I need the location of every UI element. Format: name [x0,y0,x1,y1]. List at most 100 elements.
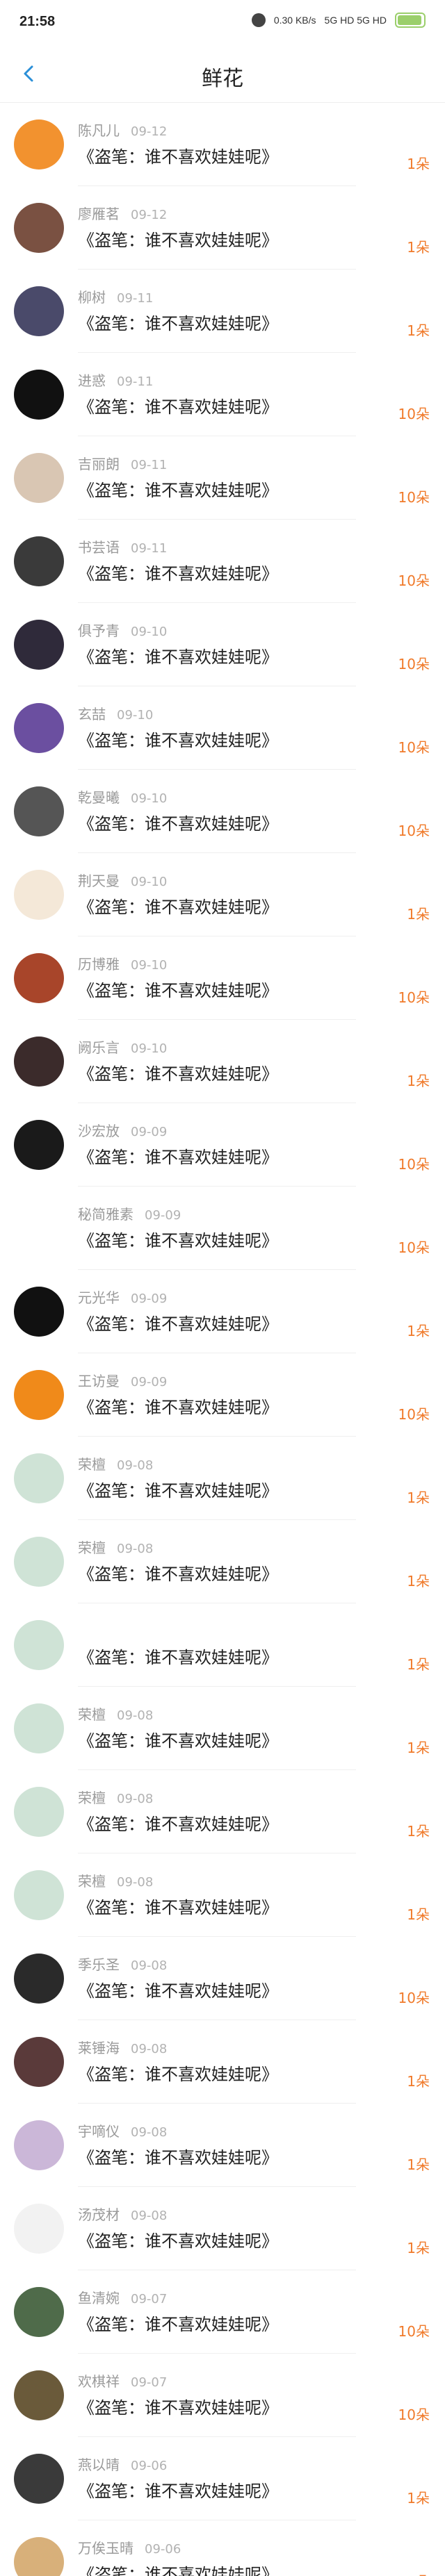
user-line: 荣檀 09-08 [78,1703,153,1724]
user-name[interactable]: 欢棋祥 [78,2373,120,2390]
user-name[interactable]: 燕以晴 [78,2457,120,2473]
list-item[interactable]: 荣檀 09-08 《盗笔：谁不喜欢娃娃呢》 1朵 [0,1437,445,1520]
avatar[interactable] [14,370,64,420]
user-name[interactable]: 吉丽朗 [78,456,120,472]
user-name[interactable]: 沙宏放 [78,1123,120,1139]
avatar[interactable] [14,203,64,253]
avatar[interactable] [14,1954,64,2004]
avatar[interactable] [14,1037,64,1087]
avatar[interactable] [14,1537,64,1587]
list-item[interactable]: 汤茂材 09-08 《盗笔：谁不喜欢娃娃呢》 1朵 [0,2187,445,2270]
list-item[interactable]: 欢棋祥 09-07 《盗笔：谁不喜欢娃娃呢》 10朵 [0,2354,445,2437]
user-name[interactable]: 荆天曼 [78,873,120,889]
list-item[interactable]: 乾曼曦 09-10 《盗笔：谁不喜欢娃娃呢》 10朵 [0,770,445,853]
avatar[interactable] [14,620,64,670]
avatar[interactable] [14,2454,64,2504]
avatar[interactable] [14,1370,64,1420]
user-name[interactable]: 秘简雅素 [78,1206,134,1223]
user-name[interactable]: 乾曼曦 [78,789,120,806]
avatar[interactable] [14,2037,64,2087]
list-item[interactable]: 宇嘀仪 09-08 《盗笔：谁不喜欢娃娃呢》 1朵 [0,2104,445,2187]
avatar[interactable] [14,2537,64,2576]
user-name[interactable]: 阙乐言 [78,1039,120,1056]
list-item[interactable]: 荆天曼 09-10 《盗笔：谁不喜欢娃娃呢》 1朵 [0,853,445,936]
user-name[interactable]: 历博雅 [78,956,120,973]
avatar[interactable] [14,703,64,753]
list-item[interactable]: 柳树 09-11 《盗笔：谁不喜欢娃娃呢》 1朵 [0,270,445,353]
avatar[interactable] [14,453,64,503]
user-name[interactable]: 莱锤海 [78,2040,120,2056]
avatar[interactable] [14,1620,64,1670]
avatar[interactable] [14,1703,64,1753]
list-item[interactable]: 阙乐言 09-10 《盗笔：谁不喜欢娃娃呢》 1朵 [0,1020,445,1103]
user-name[interactable]: 荣檀 [78,1706,106,1723]
user-line: 王访曼 09-09 [78,1370,167,1390]
book-title: 《盗笔：谁不喜欢娃娃呢》 [78,1148,278,1167]
user-name[interactable]: 荣檀 [78,1539,106,1556]
date: 09-11 [131,541,168,556]
list-item[interactable]: 历博雅 09-10 《盗笔：谁不喜欢娃娃呢》 10朵 [0,936,445,1020]
book-title: 《盗笔：谁不喜欢娃娃呢》 [78,1981,278,2001]
list-item[interactable]: 《盗笔：谁不喜欢娃娃呢》 1朵 [0,1603,445,1687]
list-item[interactable]: 书芸语 09-11 《盗笔：谁不喜欢娃娃呢》 10朵 [0,520,445,603]
avatar[interactable] [14,870,64,920]
avatar[interactable] [14,1287,64,1337]
avatar[interactable] [14,119,64,170]
avatar[interactable] [14,786,64,836]
book-title: 《盗笔：谁不喜欢娃娃呢》 [78,1398,278,1417]
list-item[interactable]: 荣檀 09-08 《盗笔：谁不喜欢娃娃呢》 1朵 [0,1853,445,1937]
avatar[interactable] [14,1787,64,1837]
list-item[interactable]: 廖雁茗 09-12 《盗笔：谁不喜欢娃娃呢》 1朵 [0,186,445,270]
avatar[interactable] [14,536,64,586]
alarm-icon [251,13,266,27]
list-item[interactable]: 莱锤海 09-08 《盗笔：谁不喜欢娃娃呢》 1朵 [0,2020,445,2104]
user-name[interactable]: 汤茂材 [78,2206,120,2223]
date: 09-11 [117,374,154,389]
user-name[interactable]: 柳树 [78,289,106,306]
user-name[interactable]: 俱予青 [78,622,120,639]
avatar[interactable] [14,1120,64,1170]
list-item[interactable]: 俱予青 09-10 《盗笔：谁不喜欢娃娃呢》 10朵 [0,603,445,686]
avatar[interactable] [14,2370,64,2420]
user-name[interactable]: 季乐圣 [78,1956,120,1973]
flower-amount: 1朵 [407,1823,430,1840]
list-item[interactable]: 沙宏放 09-09 《盗笔：谁不喜欢娃娃呢》 10朵 [0,1103,445,1187]
user-name[interactable]: 书芸语 [78,539,120,556]
signal-text: 5G HD 5G HD [324,15,387,26]
user-name[interactable]: 鱼清婉 [78,2290,120,2306]
user-name[interactable]: 宇嘀仪 [78,2123,120,2140]
user-name[interactable]: 廖雁茗 [78,206,120,222]
user-name[interactable]: 万俟玉晴 [78,2540,134,2557]
avatar[interactable] [14,2120,64,2170]
user-name[interactable]: 玄喆 [78,706,106,723]
user-name[interactable]: 荣檀 [78,1873,106,1890]
flower-amount: 10朵 [398,656,430,672]
list-item[interactable]: 吉丽朗 09-11 《盗笔：谁不喜欢娃娃呢》 10朵 [0,436,445,520]
list-item[interactable]: 秘简雅素 09-09 《盗笔：谁不喜欢娃娃呢》 10朵 [0,1187,445,1270]
user-name[interactable]: 王访曼 [78,1373,120,1389]
avatar[interactable] [14,1453,64,1503]
list-item[interactable]: 荣檀 09-08 《盗笔：谁不喜欢娃娃呢》 1朵 [0,1770,445,1853]
list-item[interactable]: 陈凡儿 09-12 《盗笔：谁不喜欢娃娃呢》 1朵 [0,103,445,186]
avatar[interactable] [14,1870,64,1920]
user-name[interactable]: 陈凡儿 [78,122,120,139]
user-name[interactable]: 荣檀 [78,1790,106,1806]
list-item[interactable]: 玄喆 09-10 《盗笔：谁不喜欢娃娃呢》 10朵 [0,686,445,770]
list-item[interactable]: 季乐圣 09-08 《盗笔：谁不喜欢娃娃呢》 10朵 [0,1937,445,2020]
user-name[interactable]: 荣檀 [78,1456,106,1473]
list-item[interactable]: 进惑 09-11 《盗笔：谁不喜欢娃娃呢》 10朵 [0,353,445,436]
avatar[interactable] [14,286,64,336]
list-item[interactable]: 燕以晴 09-06 《盗笔：谁不喜欢娃娃呢》 1朵 [0,2437,445,2520]
avatar[interactable] [14,2287,64,2337]
list-item[interactable]: 万俟玉晴 09-06 《盗笔：谁不喜欢娃娃呢》 1朵 [0,2520,445,2576]
user-name[interactable]: 进惑 [78,372,106,389]
list-item[interactable]: 元光华 09-09 《盗笔：谁不喜欢娃娃呢》 1朵 [0,1270,445,1353]
user-name[interactable]: 元光华 [78,1289,120,1306]
avatar[interactable] [14,1203,64,1253]
list-item[interactable]: 王访曼 09-09 《盗笔：谁不喜欢娃娃呢》 10朵 [0,1353,445,1437]
list-item[interactable]: 荣檀 09-08 《盗笔：谁不喜欢娃娃呢》 1朵 [0,1687,445,1770]
avatar[interactable] [14,2204,64,2254]
list-item[interactable]: 荣檀 09-08 《盗笔：谁不喜欢娃娃呢》 1朵 [0,1520,445,1603]
list-item[interactable]: 鱼清婉 09-07 《盗笔：谁不喜欢娃娃呢》 10朵 [0,2270,445,2354]
avatar[interactable] [14,953,64,1003]
